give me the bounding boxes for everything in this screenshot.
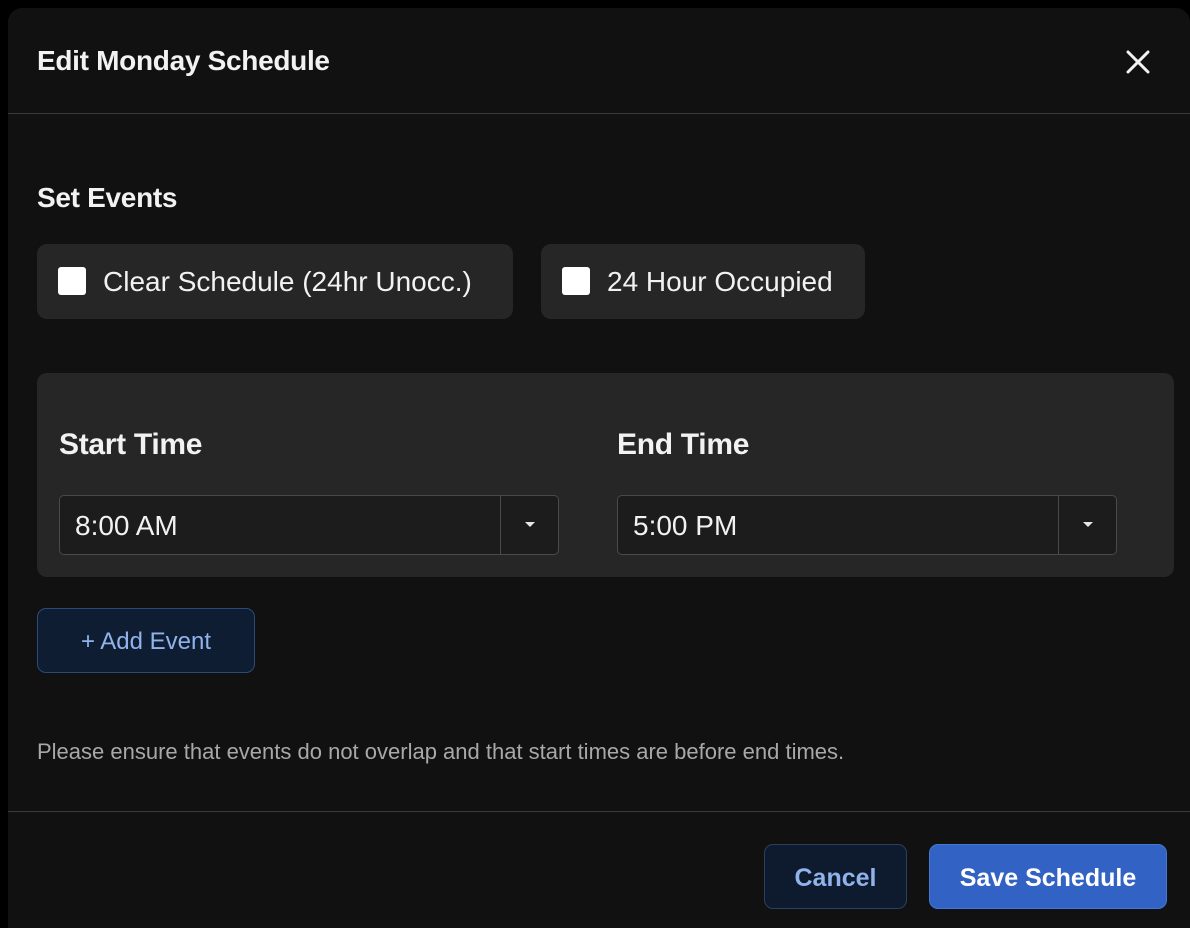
add-event-button[interactable]: + Add Event	[37, 608, 255, 673]
clear-schedule-label: Clear Schedule (24hr Unocc.)	[103, 266, 472, 297]
start-time-label: Start Time	[59, 428, 203, 461]
caret-down-icon[interactable]	[500, 496, 558, 554]
clear-schedule-option[interactable]: Clear Schedule (24hr Unocc.)	[37, 244, 513, 319]
set-events-heading: Set Events	[37, 182, 178, 213]
close-button[interactable]	[1120, 44, 1156, 80]
caret-down-icon[interactable]	[1058, 496, 1116, 554]
dialog-title: Edit Monday Schedule	[37, 45, 330, 76]
end-time-select[interactable]: 5:00 PM	[617, 495, 1117, 555]
start-time-value: 8:00 AM	[75, 510, 178, 541]
save-schedule-label: Save Schedule	[959, 864, 1137, 892]
save-schedule-button[interactable]: Save Schedule	[929, 844, 1167, 909]
cancel-button[interactable]: Cancel	[764, 844, 907, 909]
edit-schedule-dialog: Edit Monday Schedule Set Events Clear Sc…	[8, 8, 1190, 928]
clear-schedule-checkbox[interactable]	[58, 267, 86, 295]
24-hour-occupied-checkbox[interactable]	[562, 267, 590, 295]
dialog-header: Edit Monday Schedule	[8, 8, 1190, 114]
24-hour-occupied-option[interactable]: 24 Hour Occupied	[541, 244, 865, 319]
start-time-select[interactable]: 8:00 AM	[59, 495, 559, 555]
close-icon	[1126, 50, 1150, 74]
dialog-footer: Cancel Save Schedule	[8, 811, 1190, 928]
validation-hint: Please ensure that events do not overlap…	[37, 739, 845, 764]
24-hour-occupied-label: 24 Hour Occupied	[607, 266, 833, 297]
add-event-label: + Add Event	[80, 628, 212, 655]
cancel-label: Cancel	[794, 864, 877, 892]
end-time-value: 5:00 PM	[633, 510, 738, 541]
event-card: Start Time End Time 8:00 AM 5:00 PM	[37, 373, 1174, 577]
end-time-label: End Time	[617, 428, 750, 461]
